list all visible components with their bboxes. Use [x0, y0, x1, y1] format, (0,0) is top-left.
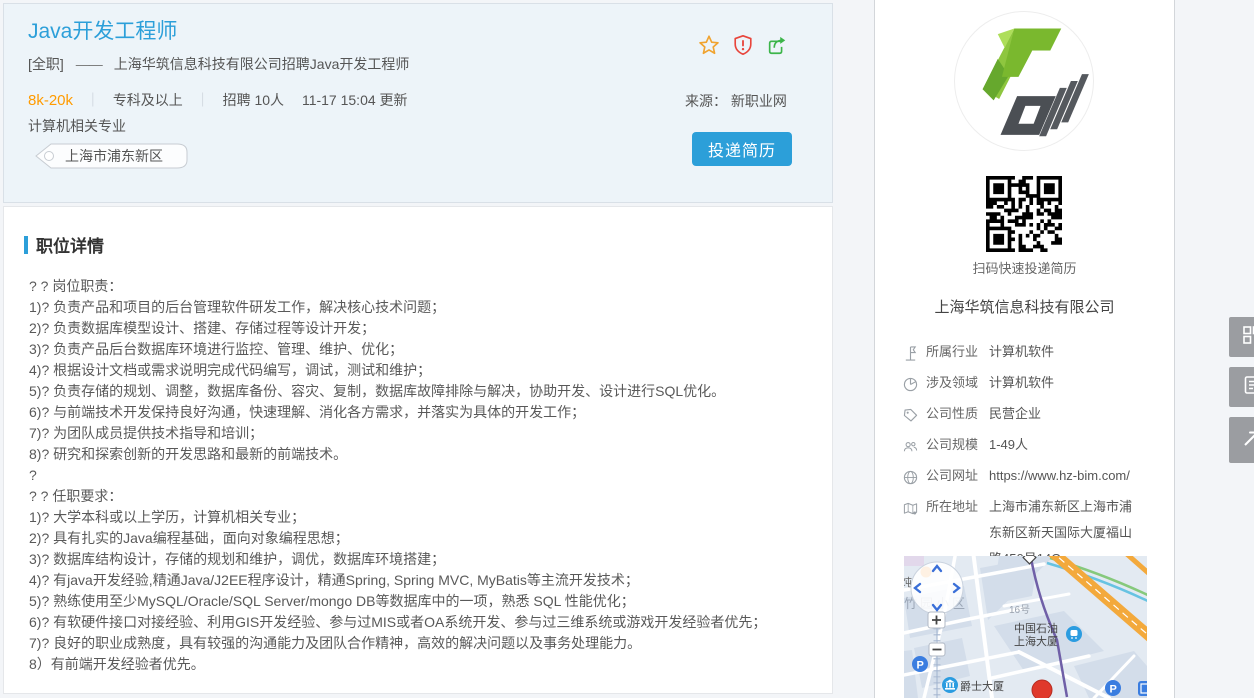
dash-separator: ——	[76, 56, 102, 72]
separator: ｜	[86, 92, 100, 108]
info-value: 计算机软件	[989, 339, 1139, 370]
source-label: 来源：	[685, 93, 727, 109]
info-row-nature: 公司性质 民营企业	[903, 401, 1153, 432]
info-label: 公司性质	[926, 401, 989, 432]
map-bank-poi-icon	[942, 677, 958, 693]
favorite-star-icon[interactable]	[698, 34, 720, 56]
job-detail-card: 职位详情 ? ? 岗位职责： 1)? 负责产品和项目的后台管理软件研发工作，解决…	[3, 206, 833, 694]
map-parking-icon: P	[1105, 680, 1121, 696]
info-label: 公司规模	[926, 432, 989, 463]
float-document-button[interactable]	[1229, 367, 1254, 407]
job-detail-line: 1)? 负责产品和项目的后台管理软件研发工作，解决核心技术问题；	[29, 297, 832, 318]
job-detail-line: ? ? 任职要求：	[29, 486, 832, 507]
info-row-scale: 公司规模 1-49人	[903, 432, 1153, 463]
job-detail-line: 2)? 负责数据库模型设计、搭建、存储过程等设计开发；	[29, 318, 832, 339]
industry-icon	[903, 339, 926, 370]
job-detail-line: 3)? 负责产品后台数据库环境进行监控、管理、维护、优化；	[29, 339, 832, 360]
scale-icon	[903, 432, 926, 463]
map-metro-poi-icon	[1066, 626, 1082, 642]
info-value: 计算机软件	[989, 370, 1139, 401]
qr-code	[986, 176, 1062, 252]
job-detail-line: ? ? 岗位职责：	[29, 276, 832, 297]
company-website-link[interactable]: https://www.hz-bim.com/	[989, 463, 1139, 494]
document-icon	[1242, 375, 1254, 400]
info-label: 公司网址	[926, 463, 989, 494]
svg-text:P: P	[917, 660, 924, 672]
section-header: 职位详情	[24, 232, 832, 257]
section-accent-bar	[24, 236, 28, 254]
job-detail-line: 4)? 有java开发经验,精通Java/J2EE程序设计，精通Spring, …	[29, 570, 832, 591]
job-detail-line: 4)? 根据设计文档或需求说明完成代码编写，调试，测试和维护；	[29, 360, 832, 381]
map-jazz-label: 爵士大厦	[960, 679, 1004, 693]
info-row-field: 涉及领域 计算机软件	[903, 370, 1153, 401]
employment-type: [全职]	[28, 56, 64, 72]
source-row: 来源： 新职业网	[685, 91, 787, 111]
source-name: 新职业网	[731, 93, 787, 109]
company-name: 上海华筑信息科技有限公司	[874, 296, 1175, 317]
map-road-label: 16号	[1009, 604, 1030, 616]
apply-resume-button[interactable]: 投递简历	[692, 132, 792, 166]
salary-range: 8k-20k	[28, 92, 73, 109]
separator: ｜	[196, 92, 210, 108]
job-detail-line: 1)? 大学本科或以上学历，计算机相关专业；	[29, 507, 832, 528]
job-detail-line: 3)? 数据库结构设计，存储的规划和维护，调优，数据库环境搭建；	[29, 549, 832, 570]
recruit-count: 招聘 10人	[223, 92, 284, 108]
location-tag[interactable]: 上海市浦东新区	[34, 143, 190, 174]
subtitle-text: 上海华筑信息科技有限公司招聘Java开发工程师	[114, 56, 410, 72]
info-row-industry: 所属行业 计算机软件	[903, 339, 1153, 370]
header-action-icons	[698, 34, 788, 56]
job-detail-line: 2)? 具有扎实的Java编程基础，面向对象编程思想；	[29, 528, 832, 549]
page-title: Java开发工程师	[28, 15, 177, 45]
nature-icon	[903, 401, 926, 432]
info-row-website: 公司网址 https://www.hz-bim.com/	[903, 463, 1153, 494]
info-label: 涉及领域	[926, 370, 989, 401]
job-subtitle: [全职] —— 上海华筑信息科技有限公司招聘Java开发工程师	[28, 54, 409, 74]
company-location-map[interactable]: 馄饨 竹园小区 16号 中国石油 上海大厦 爵士大厦 P P	[904, 556, 1147, 698]
info-label: 所属行业	[926, 339, 989, 370]
info-value: 1-49人	[989, 432, 1139, 463]
qr-caption: 扫码快速投递简历	[874, 258, 1175, 277]
location-label: 上海市浦东新区	[65, 148, 163, 164]
field-icon	[903, 370, 926, 401]
job-detail-line: 7)? 良好的职业成熟度，具有较强的沟通能力及团队合作精神，高效的解决问题以及事…	[29, 633, 832, 654]
job-detail-line: 8）有前端开发经验者优先。	[29, 654, 832, 675]
job-detail-line: 6)? 与前端技术开发保持良好沟通，快速理解、消化各方需求，并落实为具体的开发工…	[29, 402, 832, 423]
website-icon	[903, 463, 926, 494]
map-petro-label: 中国石油	[1014, 621, 1058, 635]
arrow-up-icon	[1241, 427, 1254, 454]
info-value: 民营企业	[989, 401, 1139, 432]
map-pan-control[interactable]	[911, 562, 963, 614]
job-meta-row: 8k-20k ｜ 专科及以上 ｜ 招聘 10人 11-17 15:04 更新	[28, 90, 408, 110]
job-detail-line: 8)? 研究和探索创新的开发思路和最新的前端技术。	[29, 444, 832, 465]
job-detail-line: ?	[29, 465, 832, 486]
map-partial-poi	[1138, 681, 1147, 696]
float-top-button[interactable]	[1229, 417, 1254, 463]
job-header-card: Java开发工程师 [全职]——上海华筑信息科技有限公司招聘Java开发工程师 …	[3, 3, 833, 203]
updated-time: 11-17 15:04 更新	[302, 92, 408, 108]
job-description: ? ? 岗位职责： 1)? 负责产品和项目的后台管理软件研发工作，解决核心技术问…	[29, 276, 832, 675]
education-requirement: 专科及以上	[113, 92, 183, 108]
report-shield-icon[interactable]	[732, 34, 754, 56]
map-petro-label2: 上海大厦	[1014, 634, 1058, 648]
major-requirement: 计算机相关专业	[28, 116, 126, 136]
tag-hole	[45, 152, 54, 161]
map-marker-pin	[1032, 680, 1052, 698]
float-qr-button[interactable]	[1229, 317, 1254, 357]
svg-text:P: P	[1110, 684, 1117, 696]
job-detail-line: 6)? 有软硬件接口对接经验、利用GIS开发经验、参与过MIS或者OA系统开发、…	[29, 612, 832, 633]
company-logo	[955, 12, 1093, 150]
section-title: 职位详情	[36, 232, 104, 257]
job-detail-line: 7)? 为团队成员提供技术指导和培训；	[29, 423, 832, 444]
qr-code-icon	[1242, 325, 1254, 350]
job-detail-line: 5)? 负责存储的规划、调整，数据库备份、容灾、复制，数据库故障排除与解决，协助…	[29, 381, 832, 402]
job-detail-line: 5)? 熟练使用至少MySQL/Oracle/SQL Server/mongo …	[29, 591, 832, 612]
company-info-list: 所属行业 计算机软件 涉及领域 计算机软件 公司性质 民营企业 公司规模 1-4…	[903, 339, 1153, 572]
map-parking-icon: P	[912, 656, 928, 672]
share-icon[interactable]	[766, 34, 788, 56]
